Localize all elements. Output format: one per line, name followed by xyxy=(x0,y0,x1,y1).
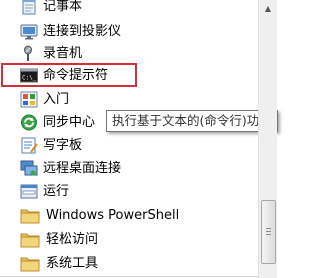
thumb-grip xyxy=(266,228,271,229)
svg-text:C:\_: C:\_ xyxy=(22,75,37,82)
menu-item-run[interactable]: 运行 xyxy=(0,180,258,203)
run-icon xyxy=(20,183,38,200)
menu-item-label: 录音机 xyxy=(43,46,83,61)
scroll-up-arrow-icon[interactable]: ▲ xyxy=(259,0,277,16)
sync-center-icon xyxy=(20,114,38,131)
menu-item-label: 入门 xyxy=(43,92,70,107)
accessories-menu: 记事本 连接到投影仪 录音机 C:\_ 命令提示符 入门 同步中心 写字板 远程… xyxy=(0,0,284,278)
menu-item-connect-projector[interactable]: 连接到投影仪 xyxy=(0,20,258,43)
folder-icon xyxy=(20,255,40,272)
thumb-grip xyxy=(266,234,271,235)
vertical-scrollbar[interactable]: ▲ xyxy=(258,0,277,278)
menu-item-label: Windows PowerShell xyxy=(46,208,180,223)
scroll-thumb[interactable] xyxy=(261,200,276,264)
menu-item-label: 运行 xyxy=(43,184,70,199)
menu-item-notepad[interactable]: 记事本 xyxy=(0,0,258,18)
notepad-icon xyxy=(20,0,38,15)
menu-item-label: 系统工具 xyxy=(46,256,99,271)
menu-item-getting-started[interactable]: 入门 xyxy=(0,88,258,111)
projector-icon xyxy=(20,23,38,40)
folder-icon xyxy=(20,207,40,224)
menu-item-label: 轻松访问 xyxy=(46,232,99,247)
divider xyxy=(0,276,258,277)
menu-item-sound-recorder[interactable]: 录音机 xyxy=(0,42,258,65)
menu-item-label: 记事本 xyxy=(43,0,83,14)
menu-item-label: 命令提示符 xyxy=(43,68,109,83)
menu-item-wordpad[interactable]: 写字板 xyxy=(0,134,258,157)
menu-item-label: 连接到投影仪 xyxy=(43,24,122,39)
wordpad-icon xyxy=(20,137,38,154)
remote-desktop-icon xyxy=(20,160,38,177)
microphone-icon xyxy=(20,45,38,62)
menu-item-label: 同步中心 xyxy=(43,115,96,130)
getting-started-icon xyxy=(20,91,38,108)
command-prompt-icon: C:\_ xyxy=(20,67,38,84)
thumb-grip xyxy=(266,231,271,232)
menu-item-label: 远程桌面连接 xyxy=(43,161,122,176)
menu-item-system-tools[interactable]: 系统工具 xyxy=(0,252,258,275)
folder-icon xyxy=(20,231,40,248)
menu-item-ease-of-access[interactable]: 轻松访问 xyxy=(0,228,258,251)
tooltip: 执行基于文本的(命令行)功能。 xyxy=(106,110,284,132)
menu-item-remote-desktop[interactable]: 远程桌面连接 xyxy=(0,157,258,180)
menu-item-command-prompt[interactable]: C:\_ 命令提示符 xyxy=(0,64,258,87)
menu-item-windows-powershell[interactable]: Windows PowerShell xyxy=(0,204,258,227)
menu-item-label: 写字板 xyxy=(43,138,83,153)
